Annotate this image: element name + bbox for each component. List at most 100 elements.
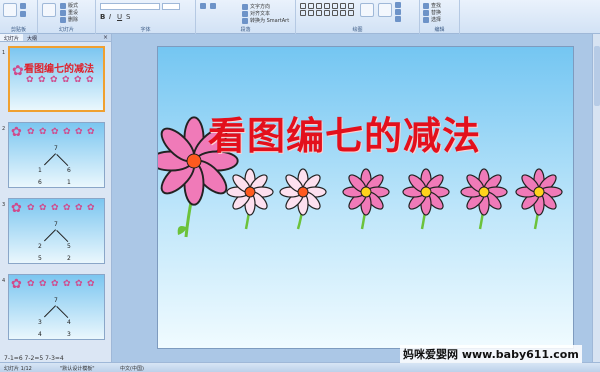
- clipboard-group: 剪贴板: [0, 0, 38, 34]
- total-number: 7: [54, 221, 58, 228]
- font-name-combo[interactable]: [100, 3, 160, 10]
- slide-thumbnail-4[interactable]: ✿ ✿ ✿ ✿ ✿ ✿ ✿ 7 3 4 4 3: [8, 274, 105, 340]
- fill-icon: [395, 2, 401, 8]
- replace-button[interactable]: 替换: [423, 9, 441, 16]
- thumb-number: 1: [2, 50, 6, 56]
- effects-icon: [395, 16, 401, 22]
- italic-button[interactable]: I: [109, 13, 111, 21]
- slide-thumbnail-3[interactable]: ✿ ✿ ✿ ✿ ✿ ✿ ✿ 7 2 5 5 2: [8, 198, 105, 264]
- delete-button[interactable]: 删除: [60, 16, 78, 23]
- replace-icon: [423, 9, 429, 16]
- drawing-group: 绘图: [296, 0, 420, 34]
- pane-tabs: 幻灯片 大纲 ×: [0, 34, 111, 42]
- flower-5-icon: [460, 168, 508, 230]
- shape-effects-button[interactable]: [395, 16, 401, 22]
- new-slide-button[interactable]: [42, 3, 56, 17]
- flower-icon: ✿: [75, 279, 83, 289]
- font-size-combo[interactable]: [162, 3, 180, 10]
- paste-button[interactable]: [3, 3, 17, 17]
- bullets-icon: [200, 3, 206, 9]
- flower-icon: ✿: [75, 127, 83, 137]
- flower-icon: ✿: [26, 75, 34, 85]
- split-line: [43, 153, 56, 166]
- flower-icon: ✿: [27, 127, 35, 137]
- flower-row: [158, 116, 563, 238]
- copy-icon: [20, 11, 26, 17]
- split-line: [56, 230, 69, 243]
- find-button[interactable]: 查找: [423, 2, 441, 9]
- scrollbar-thumb[interactable]: [594, 46, 600, 106]
- quick-styles-button[interactable]: [378, 3, 392, 17]
- reset-button[interactable]: 重设: [60, 9, 78, 16]
- part-number: 6: [38, 179, 42, 186]
- paragraph-group: 文字方向 对齐文本 转换为 SmartArt 段落: [196, 0, 296, 34]
- close-icon[interactable]: ×: [100, 34, 111, 41]
- flower-icon: ✿: [87, 127, 95, 137]
- tab-outline[interactable]: 大纲: [23, 34, 41, 42]
- font-group-label: 字体: [140, 27, 151, 33]
- strikethrough-button[interactable]: S: [126, 13, 130, 21]
- thumbnail-canvas: ✿ ✿ ✿ ✿ ✿ ✿ ✿ 7 1 6 6 1: [8, 122, 105, 188]
- bullets-button[interactable]: [200, 3, 206, 9]
- copy-button[interactable]: [20, 11, 26, 17]
- total-number: 7: [54, 297, 58, 304]
- font-group: B I U S 字体: [96, 0, 196, 34]
- reset-icon: [60, 9, 66, 16]
- flower-icon: ✿: [39, 203, 47, 213]
- bold-button[interactable]: B: [100, 13, 105, 21]
- split-line: [56, 306, 69, 319]
- vertical-scrollbar[interactable]: [592, 34, 600, 362]
- layout-button[interactable]: 版式: [60, 2, 78, 9]
- flower-icon: ✿: [87, 279, 95, 289]
- text-direction-button[interactable]: 文字方向: [242, 3, 270, 10]
- underline-button[interactable]: U: [117, 13, 122, 21]
- arrange-button[interactable]: [360, 3, 374, 17]
- site-watermark: 妈咪爱婴网 www.baby611.com: [400, 345, 582, 363]
- numbering-button[interactable]: [210, 3, 216, 9]
- shapes-gallery[interactable]: [300, 3, 355, 16]
- cut-button[interactable]: [20, 3, 26, 9]
- tab-slides[interactable]: 幻灯片: [0, 34, 24, 42]
- part-number: 3: [38, 319, 42, 326]
- current-slide[interactable]: 看图编七的减法: [157, 46, 574, 349]
- flower-icon: ✿: [63, 279, 71, 289]
- align-text-button[interactable]: 对齐文本: [242, 10, 270, 17]
- flower-6-icon: [515, 168, 563, 230]
- find-icon: [423, 2, 429, 9]
- flower-icon: ✿: [51, 279, 59, 289]
- layout-icon: [60, 2, 66, 9]
- theme-name: "默认设计模板": [60, 366, 95, 372]
- delete-icon: [60, 16, 66, 23]
- part-number: 1: [67, 179, 71, 186]
- thumbnail-canvas: ✿ ✿ ✿ ✿ ✿ ✿ ✿ 7 2 5 5 2: [8, 198, 105, 264]
- flower-3-icon: [342, 168, 390, 230]
- slide-title[interactable]: 看图编七的减法: [208, 105, 481, 160]
- slide-editor[interactable]: 看图编七的减法: [113, 34, 600, 362]
- slide-thumbnail-1[interactable]: ✿ 看图编七的减法 ✿ ✿ ✿ ✿ ✿ ✿: [8, 46, 105, 112]
- numbering-icon: [210, 3, 216, 9]
- shape-outline-button[interactable]: [395, 9, 401, 15]
- part-number: 5: [67, 243, 71, 250]
- flower-icon: ✿: [27, 203, 35, 213]
- ribbon: 剪贴板 版式 重设 删除 幻灯片 B I U S 字体 文字方向 对齐文本 转换…: [0, 0, 600, 34]
- flower-icon: ✿: [74, 75, 82, 85]
- flower-icon: ✿: [63, 127, 71, 137]
- flower-icon: ✿: [50, 75, 58, 85]
- slide-counter: 幻灯片 1/12: [4, 366, 32, 372]
- slide-thumbnail-2[interactable]: ✿ ✿ ✿ ✿ ✿ ✿ ✿ 7 1 6 6 1: [8, 122, 105, 188]
- select-button[interactable]: 选择: [423, 16, 441, 23]
- language-indicator: 中文(中国): [120, 366, 144, 372]
- slides-group: 版式 重设 删除 幻灯片: [38, 0, 96, 34]
- flower-icon: ✿: [11, 277, 22, 292]
- flower-icon: ✿: [87, 203, 95, 213]
- total-number: 7: [54, 145, 58, 152]
- editing-group-label: 编辑: [434, 27, 445, 33]
- smartart-button[interactable]: 转换为 SmartArt: [242, 17, 289, 24]
- clipboard-group-label: 剪贴板: [10, 27, 26, 33]
- select-icon: [423, 16, 429, 23]
- part-number: 1: [38, 167, 42, 174]
- flower-icon: ✿: [51, 203, 59, 213]
- part-number: 4: [38, 331, 42, 338]
- shape-fill-button[interactable]: [395, 2, 401, 8]
- flower-icon: ✿: [62, 75, 70, 85]
